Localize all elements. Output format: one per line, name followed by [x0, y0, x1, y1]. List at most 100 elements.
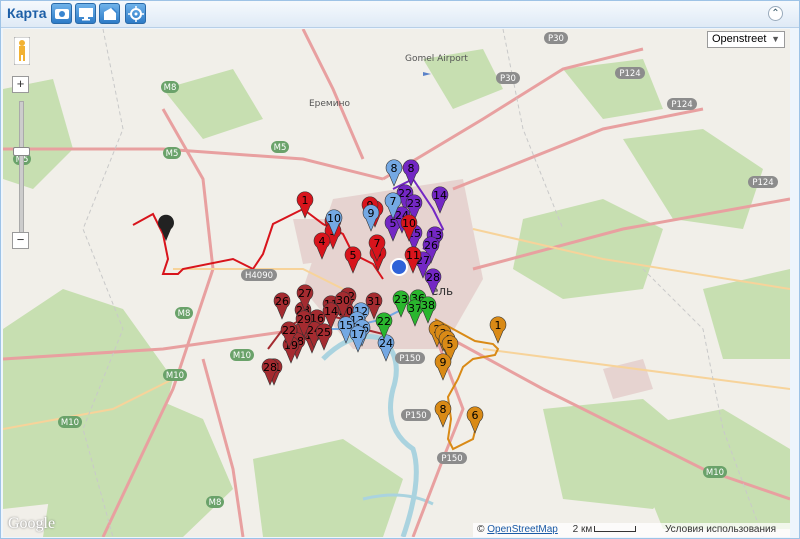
svg-text:27: 27 [298, 287, 312, 300]
svg-text:8: 8 [408, 162, 415, 175]
map-canvas[interactable]: M5M5M5M8M8M8M10M10M10M10P30P30P124P124P1… [3, 29, 790, 537]
map-type-label: Openstreet [712, 33, 767, 45]
svg-text:P124: P124 [619, 69, 640, 79]
svg-text:P30: P30 [548, 34, 564, 44]
svg-text:M10: M10 [61, 418, 79, 428]
locate-button[interactable] [125, 3, 146, 24]
marker-orange-8[interactable]: 8 [434, 400, 452, 428]
svg-text:28: 28 [426, 271, 440, 284]
zoom-in-button[interactable]: + [12, 76, 29, 93]
svg-text:25: 25 [317, 326, 331, 339]
svg-text:28: 28 [263, 361, 277, 374]
svg-text:9: 9 [440, 356, 447, 369]
current-location-marker[interactable] [390, 258, 408, 276]
zoom-slider-track[interactable] [19, 101, 24, 233]
marker-darkred-26[interactable]: 26 [273, 292, 291, 320]
road-label-p150: P150 [437, 452, 467, 464]
marker-orange-6[interactable]: 6 [466, 406, 484, 434]
svg-text:9: 9 [368, 207, 375, 220]
svg-text:26: 26 [275, 295, 289, 308]
svg-text:1: 1 [302, 194, 309, 207]
svg-text:10: 10 [402, 217, 416, 230]
road-label-m5: M5 [163, 147, 181, 159]
road-label-p124: P124 [615, 67, 645, 79]
map-attribution: © OpenStreetMap 2 км Условия использован… [473, 523, 790, 537]
svg-text:H4090: H4090 [245, 271, 273, 281]
svg-text:23: 23 [394, 293, 408, 306]
svg-text:M8: M8 [164, 83, 177, 93]
road-label-m8: M8 [175, 307, 193, 319]
zoom-out-button[interactable]: − [12, 232, 29, 249]
marker-orange-9[interactable]: 9 [434, 353, 452, 381]
svg-text:17: 17 [351, 328, 365, 341]
svg-text:24: 24 [379, 337, 393, 350]
place-gomel-airport: Gomel Airport [405, 54, 468, 64]
road-label-m10: M10 [703, 466, 727, 478]
svg-text:P150: P150 [405, 411, 426, 421]
svg-text:M5: M5 [274, 143, 287, 153]
svg-text:M8: M8 [209, 498, 222, 508]
road-label-p30: P30 [496, 72, 520, 84]
road-label-m10: M10 [58, 416, 82, 428]
svg-text:30: 30 [336, 294, 350, 307]
collapse-button[interactable]: ⌃ [768, 6, 783, 21]
svg-text:4: 4 [319, 235, 326, 248]
photo-icon [55, 9, 69, 19]
svg-text:38: 38 [421, 299, 435, 312]
road-label-m5: M5 [271, 141, 289, 153]
svg-text:22: 22 [377, 315, 391, 328]
window-title: Карта [7, 5, 47, 21]
road-label-p124: P124 [667, 98, 697, 110]
airport-icon [423, 72, 431, 76]
svg-text:M5: M5 [166, 149, 179, 159]
svg-text:22: 22 [282, 324, 296, 337]
svg-text:26: 26 [424, 239, 438, 252]
svg-text:11: 11 [406, 249, 420, 262]
svg-text:M10: M10 [706, 468, 724, 478]
house-button[interactable] [99, 3, 120, 24]
road-label-m10: M10 [163, 369, 187, 381]
title-bar: Карта ⌃ [1, 1, 799, 28]
osm-link[interactable]: OpenStreetMap [487, 524, 558, 535]
svg-text:P150: P150 [441, 454, 462, 464]
terms-link[interactable]: Условия использования [665, 524, 776, 535]
map-window: Карта ⌃ M5 M5 M8 M8 M8 M10 M10 M10 M10 P… [0, 0, 800, 539]
scale-bar [594, 526, 637, 533]
map-tiles: M5M5M5M8M8M8M10M10M10M10P30P30P124P124P1… [3, 29, 790, 537]
svg-text:7: 7 [390, 195, 397, 208]
monitor-icon [79, 8, 93, 21]
svg-text:10: 10 [327, 212, 341, 225]
pegman-icon[interactable] [14, 37, 30, 65]
svg-text:31: 31 [367, 295, 381, 308]
marker-black[interactable] [158, 214, 174, 241]
map-type-select[interactable]: Openstreet ▼ [707, 31, 785, 48]
monitor-button[interactable] [75, 3, 96, 24]
photo-button[interactable] [51, 3, 72, 24]
road-label-m8: M8 [206, 496, 224, 508]
chevron-down-icon: ▼ [771, 34, 780, 44]
road-label-p124: P124 [748, 176, 778, 188]
zoom-slider-thumb[interactable] [13, 147, 30, 156]
road-label-p30: P30 [544, 32, 568, 44]
svg-text:M10: M10 [166, 371, 184, 381]
road-label-h4090: H4090 [241, 269, 277, 281]
road-label-p150: P150 [395, 352, 425, 364]
house-icon [104, 7, 118, 20]
svg-text:14: 14 [433, 189, 447, 202]
svg-text:8: 8 [440, 403, 447, 416]
svg-text:P150: P150 [399, 354, 420, 364]
svg-text:5: 5 [447, 338, 454, 351]
svg-text:M10: M10 [233, 351, 251, 361]
svg-text:23: 23 [407, 197, 421, 210]
svg-text:8: 8 [391, 162, 398, 175]
svg-text:7: 7 [374, 237, 381, 250]
marker-darkred-25[interactable]: 25 [315, 323, 333, 351]
marker-orange-1[interactable]: 1 [489, 316, 507, 344]
svg-text:P124: P124 [752, 178, 773, 188]
road-label-p150: P150 [401, 409, 431, 421]
marker-blue-24[interactable]: 24 [377, 334, 395, 362]
svg-text:1: 1 [495, 319, 502, 332]
svg-text:P30: P30 [500, 74, 516, 84]
marker-blue-8[interactable]: 8 [385, 159, 403, 187]
road-label-m8: M8 [161, 81, 179, 93]
